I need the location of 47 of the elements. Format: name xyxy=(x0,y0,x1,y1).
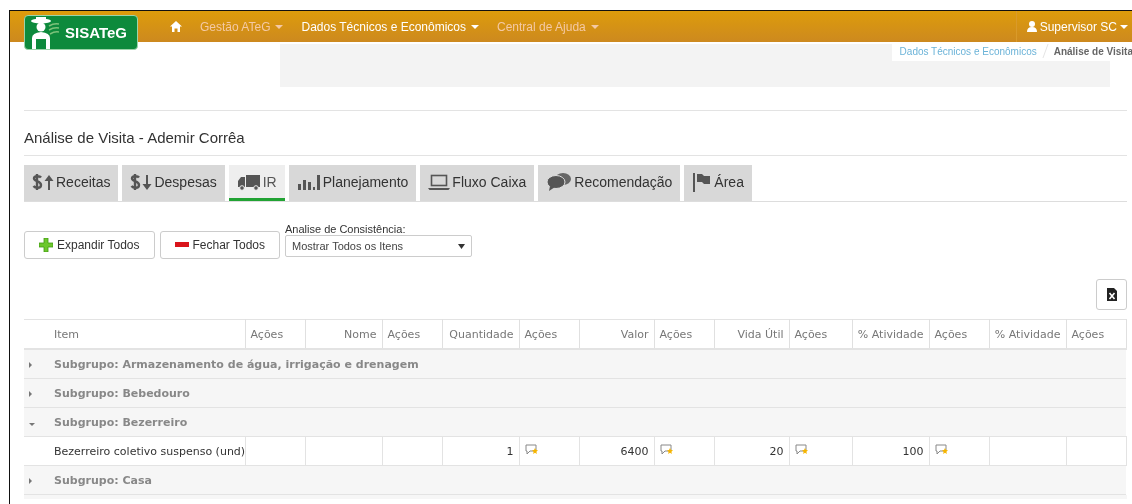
subgroup-label[interactable]: Subgrupo: Casa xyxy=(54,473,152,487)
expand-toggle-icon[interactable] xyxy=(29,361,32,368)
plus-icon xyxy=(39,238,53,252)
tab[interactable]: Fluxo Caixa xyxy=(420,165,535,201)
user-icon xyxy=(1026,21,1037,32)
caret-icon xyxy=(471,24,479,29)
comment-star-icon[interactable] xyxy=(794,443,809,456)
collapse-toggle-icon[interactable] xyxy=(29,422,35,426)
caret-icon xyxy=(590,24,599,29)
speech-bubbles-icon xyxy=(546,171,573,192)
table-cell: 100 xyxy=(852,436,929,466)
tab[interactable]: Recomendação xyxy=(538,165,681,201)
table-cell: 20 xyxy=(714,436,789,466)
filter-label: Analise de Consistência: xyxy=(285,223,407,235)
excel-export-button[interactable] xyxy=(1096,279,1127,310)
tab[interactable]: IR xyxy=(228,165,285,201)
bar-chart-icon xyxy=(296,172,321,191)
brand-name: SISATeG xyxy=(65,24,127,41)
expand-toggle-icon[interactable] xyxy=(29,390,32,397)
expand-toggle-icon[interactable] xyxy=(29,477,32,484)
tab[interactable]: Área xyxy=(684,165,752,201)
truck-icon xyxy=(236,172,261,191)
dropdown-arrow-icon xyxy=(458,243,465,249)
comment-star-icon[interactable] xyxy=(524,443,539,456)
tab[interactable]: Despesas xyxy=(122,165,225,201)
tab[interactable]: Planejamento xyxy=(288,165,417,201)
laptop-icon xyxy=(428,172,451,191)
expand-all-button[interactable]: Expandir Todos xyxy=(24,231,155,259)
caret-icon xyxy=(275,24,284,29)
flag-icon xyxy=(692,171,713,192)
page-title: Análise de Visita - Ademir Corrêa xyxy=(24,129,1127,156)
dollar-down-arrow-icon xyxy=(130,172,153,191)
consistency-dropdown[interactable]: Mostrar Todos os Itens xyxy=(285,235,472,257)
comment-star-icon[interactable] xyxy=(934,443,949,456)
table-cell: 6400 xyxy=(579,436,654,466)
excel-file-icon xyxy=(1106,288,1117,301)
sisateg-logo[interactable]: SISATeG xyxy=(24,15,138,50)
tab[interactable]: Receitas xyxy=(24,165,119,201)
minus-icon xyxy=(174,242,189,248)
table-cell: 1 xyxy=(442,436,519,466)
home-icon[interactable] xyxy=(170,21,182,32)
comment-star-icon[interactable] xyxy=(659,443,674,456)
table-cell: Bezerreiro coletivo suspenso (und) xyxy=(49,436,245,466)
caret-icon xyxy=(1120,24,1128,29)
farmer-icon xyxy=(29,16,59,49)
collapse-all-button[interactable]: Fechar Todos xyxy=(159,231,280,259)
dollar-up-arrow-icon xyxy=(32,172,54,191)
